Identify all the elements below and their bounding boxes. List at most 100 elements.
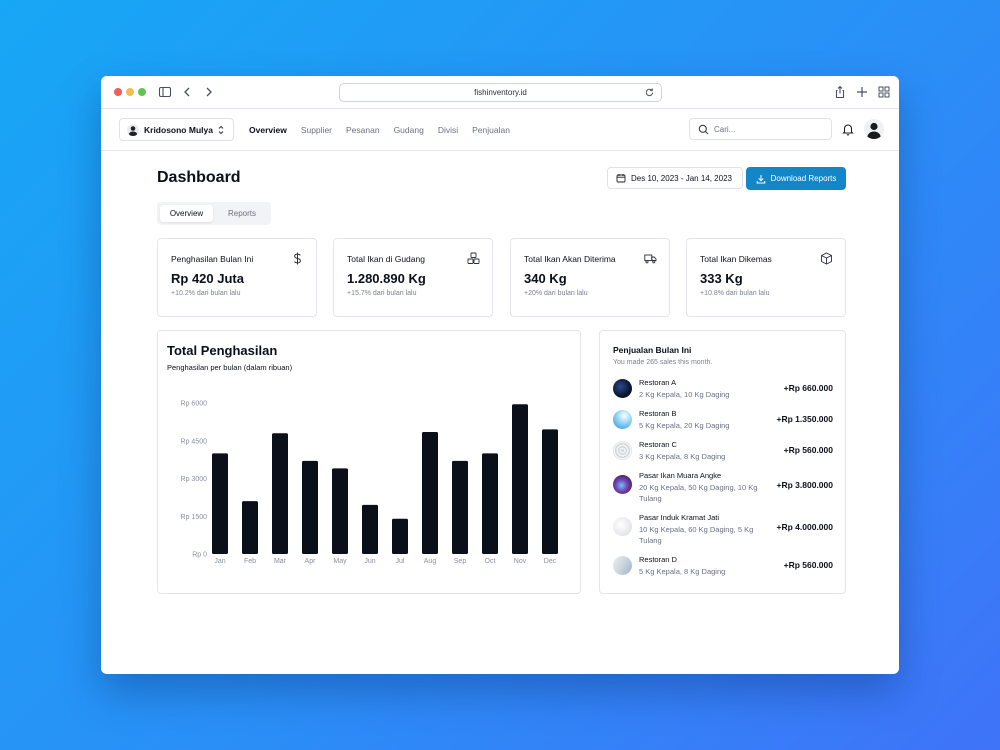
person-icon [867,122,881,139]
person-icon [128,125,138,136]
customer-name: Restoran B [639,409,677,418]
chart-bar [452,460,468,554]
dollar-icon [293,252,301,265]
stat-card-incoming: Total Ikan Akan Diterima 340 Kg +20% dar… [510,238,670,317]
order-amount: +Rp 660.000 [783,383,833,393]
order-detail: 20 Kg Kepala, 50 Kg Daging, 10 Kg Tulang [639,483,758,503]
dashboard-main: Dashboard Des 10, 2023 - Jan 14, 2023 Do… [101,151,899,673]
customer-thumbnail [613,379,632,398]
stat-label: Total Ikan Akan Diterima [524,254,616,264]
calendar-icon [616,174,626,183]
x-tick-label: Dec [544,558,557,565]
forward-arrow-icon[interactable] [202,85,216,99]
nav-link-pesanan[interactable]: Pesanan [346,125,380,135]
stat-value: Rp 420 Juta [171,271,244,286]
stat-label: Total Ikan Dikemas [700,254,772,264]
address-bar[interactable]: fishinventory.id [339,83,662,102]
order-amount: +Rp 4.000.000 [776,522,833,532]
chart-bar [242,501,258,554]
sales-title: Penjualan Bulan Ini [613,345,692,355]
order-detail: 3 Kg Kepala, 8 Kg Daging [639,452,726,461]
order-amount: +Rp 1.350.000 [776,414,833,424]
url-text: fishinventory.id [474,88,527,97]
chart-bar [302,460,318,554]
x-tick-label: Mar [274,558,287,565]
y-tick-label: Rp 6000 [181,401,208,408]
list-item[interactable]: Restoran B 5 Kg Kepala, 20 Kg Daging +Rp… [613,409,833,433]
x-tick-label: Feb [244,558,256,565]
nav-link-gudang[interactable]: Gudang [394,125,424,135]
download-reports-label: Download Reports [770,174,837,183]
x-tick-label: Aug [424,558,437,565]
chart-bar [542,429,558,554]
customer-name: Restoran C [639,440,677,449]
avatar [127,123,139,136]
list-item[interactable]: Pasar Induk Kramat Jati 10 Kg Kepala, 60… [613,513,833,548]
download-reports-button[interactable]: Download Reports [746,167,846,190]
revenue-bar-chart: Rp 0 Rp 1500 Rp 3000 Rp 4500 Rp 6000 Jan Feb Ma… [181,401,558,565]
nav-link-penjualan[interactable]: Penjualan [472,125,510,135]
browser-window: fishinventory.id Kridosono Mulya Overvie… [101,76,899,674]
customer-thumbnail [613,556,632,575]
stat-delta: +20% dari bulan lalu [524,290,588,297]
x-tick-label: Apr [305,558,317,565]
new-tab-icon[interactable] [855,85,869,99]
view-tabs: Overview Reports [157,202,271,225]
reload-icon[interactable] [644,87,655,98]
sidebar-icon[interactable] [158,85,172,99]
chart-bar [362,504,378,554]
stat-value: 1.280.890 Kg [347,271,426,286]
order-detail: 5 Kg Kepala, 8 Kg Daging [639,567,726,576]
customer-name: Pasar Induk Kramat Jati [639,513,720,522]
back-arrow-icon[interactable] [180,85,194,99]
stat-delta: +10.2% dari bulan lalu [171,290,241,297]
search-icon [698,124,709,134]
x-tick-label: Jan [214,558,225,565]
order-detail: 5 Kg Kepala, 20 Kg Daging [639,421,730,430]
list-item[interactable]: Restoran C 3 Kg Kepala, 8 Kg Daging +Rp … [613,440,833,464]
user-avatar[interactable] [864,119,884,139]
stat-value: 333 Kg [700,271,743,286]
search-input[interactable]: Cari... [689,118,832,140]
list-item[interactable]: Restoran D 5 Kg Kepala, 8 Kg Daging +Rp … [613,555,833,579]
main-nav: Overview Supplier Pesanan Gudang Divisi … [249,109,510,151]
order-amount: +Rp 3.800.000 [776,480,833,490]
customer-name: Restoran A [639,378,677,387]
stat-card-revenue: Penghasilan Bulan Ini Rp 420 Juta +10.2%… [157,238,317,317]
account-switcher[interactable]: Kridosono Mulya [119,118,234,141]
stat-value: 340 Kg [524,271,567,286]
nav-link-supplier[interactable]: Supplier [301,125,332,135]
tab-overview[interactable]: Overview [160,205,213,222]
share-icon[interactable] [833,85,847,99]
boxes-icon [467,252,480,264]
chart-bar [212,453,228,554]
revenue-chart-card: Total Penghasilan Penghasilan per bulan … [157,330,581,594]
x-tick-label: Nov [514,558,527,565]
minimize-window-button[interactable] [126,88,134,96]
nav-link-overview[interactable]: Overview [249,125,287,135]
customer-name: Restoran D [639,555,677,564]
bell-icon[interactable] [841,122,855,136]
account-name: Kridosono Mulya [144,124,213,135]
nav-link-divisi[interactable]: Divisi [438,125,458,135]
list-item[interactable]: Pasar Ikan Muara Angke 20 Kg Kepala, 50 … [613,471,833,506]
customer-thumbnail [613,441,632,460]
order-amount: +Rp 560.000 [783,445,833,455]
y-tick-label: Rp 3000 [181,476,208,483]
sales-list-card: Penjualan Bulan Ini You made 265 sales t… [599,330,846,594]
date-range-text: Des 10, 2023 - Jan 14, 2023 [631,173,732,183]
browser-toolbar: fishinventory.id [101,76,899,109]
list-item[interactable]: Restoran A 2 Kg Kepala, 10 Kg Daging +Rp… [613,378,833,402]
stat-delta: +10.8% dari bulan lalu [700,290,770,297]
chevron-up-down-icon [218,125,224,135]
chart-bar [332,468,348,554]
tab-overview-icon[interactable] [877,85,891,99]
x-tick-label: Jul [396,558,405,565]
y-tick-label: Rp 0 [192,552,207,559]
chart-bar [422,431,438,554]
close-window-button[interactable] [114,88,122,96]
maximize-window-button[interactable] [138,88,146,96]
tab-reports[interactable]: Reports [217,205,267,222]
date-range-picker[interactable]: Des 10, 2023 - Jan 14, 2023 [607,167,743,189]
customer-thumbnail [613,517,632,536]
